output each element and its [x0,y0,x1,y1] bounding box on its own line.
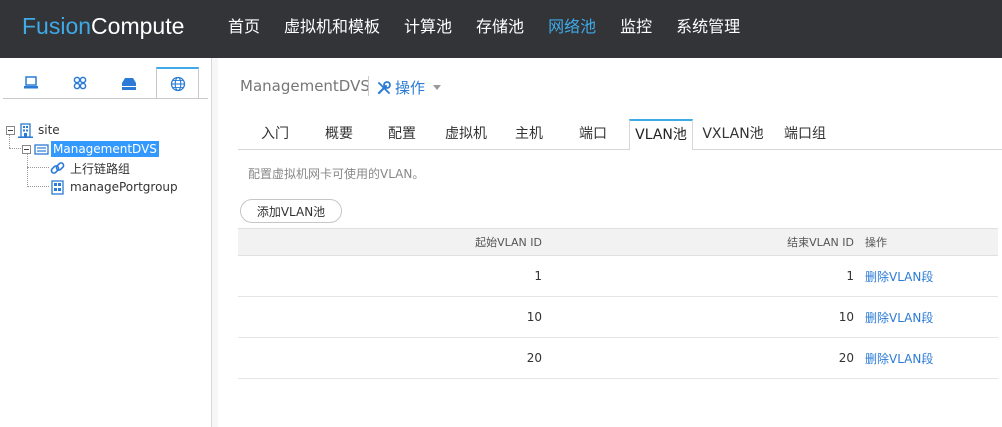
nav-monitor[interactable]: 监控 [608,0,664,58]
switch-icon [34,143,49,155]
nav-home[interactable]: 首页 [216,0,272,58]
cell-end-vlan-id: 20 [838,351,854,365]
collapse-icon[interactable] [22,144,31,154]
header-start-vlan-id[interactable]: 起始VLAN ID [475,229,542,255]
delete-vlan-segment-link[interactable]: 删除VLAN段 [865,297,933,337]
tab-bar: 入门 概要 配置 虚拟机 主机 端口 VLAN池 VXLAN池 端口组 [238,119,1002,150]
tab-vms[interactable]: 虚拟机 [436,120,496,149]
tab-hosts[interactable]: 主机 [504,120,554,149]
tab-vlan-pool[interactable]: VLAN池 [629,119,693,150]
building-icon [18,122,33,138]
add-vlan-pool-button[interactable]: 添加VLAN池 [240,199,342,223]
tree-label-portgroup: managePortgroup [70,180,178,194]
top-bar: FusionCompute 首页 虚拟机和模板 计算池 存储池 网络池 监控 系… [0,0,1002,58]
tools-icon [377,80,391,94]
chevron-down-icon [433,85,442,90]
table-header: 起始VLAN ID 结束VLAN ID 操作 [238,228,998,256]
nav-system-management[interactable]: 系统管理 [664,0,752,58]
nav-network-pool[interactable]: 网络池 [536,0,608,58]
cluster-icon [73,76,86,89]
main-content: ManagementDVS 操作 入门 概要 配置 虚拟机 主机 端口 VLAN… [218,58,1002,427]
vlan-table: 起始VLAN ID 结束VLAN ID 操作 1 1 删除VLAN段 10 10… [238,228,998,379]
tree-label-site: site [38,123,60,137]
operations-menu-button[interactable]: 操作 [376,77,442,98]
left-panel: site ManagementDVS 上行链路组 managePortgroup [0,58,212,427]
cell-end-vlan-id: 1 [846,269,854,283]
tree-node-portgroup[interactable]: managePortgroup [50,178,180,196]
tree-node-site[interactable]: site [6,121,62,139]
tab-getting-started[interactable]: 入门 [248,120,302,149]
tab-portgroups[interactable]: 端口组 [775,120,835,149]
tab-ports[interactable]: 端口 [568,120,618,149]
cell-start-vlan-id: 1 [534,269,542,283]
main-nav: 首页 虚拟机和模板 计算池 存储池 网络池 监控 系统管理 [216,0,752,58]
cell-end-vlan-id: 10 [838,310,854,324]
link-icon [50,161,65,174]
breadcrumb: ManagementDVS [240,77,370,95]
nav-storage-pool[interactable]: 存储池 [464,0,536,58]
tab-configuration[interactable]: 配置 [376,120,428,149]
left-tab-cluster[interactable] [58,68,101,97]
collapse-icon[interactable] [6,125,15,135]
left-tab-storage[interactable] [107,68,150,97]
app-logo[interactable]: FusionCompute [22,13,184,40]
table-row: 20 20 删除VLAN段 [238,338,998,379]
header-end-vlan-id[interactable]: 结束VLAN ID [554,229,854,255]
nav-compute-pool[interactable]: 计算池 [392,0,464,58]
delete-vlan-segment-link[interactable]: 删除VLAN段 [865,338,933,378]
left-tab-network[interactable] [156,67,199,98]
cell-start-vlan-id: 10 [526,310,542,324]
portgroup-icon [51,179,64,195]
globe-icon [170,76,185,91]
cell-start-vlan-id: 20 [526,351,542,365]
operations-label: 操作 [395,79,426,97]
storage-icon [121,77,136,90]
tree-label-uplink-group: 上行链路组 [70,161,131,176]
header-operation: 操作 [865,236,887,249]
table-row: 10 10 删除VLAN段 [238,297,998,338]
delete-vlan-segment-link[interactable]: 删除VLAN段 [865,256,933,296]
header-divider [368,76,369,96]
table-row: 1 1 删除VLAN段 [238,256,998,297]
left-tab-computer[interactable] [9,68,52,97]
computer-icon [23,75,38,88]
left-tab-bar [3,67,208,99]
page-description: 配置虚拟机网卡可使用的VLAN。 [248,167,425,181]
tree-label-dvs: ManagementDVS [51,141,159,157]
tree-node-uplink-group[interactable]: 上行链路组 [50,159,132,177]
tab-summary[interactable]: 概要 [313,120,365,149]
nav-vm-templates[interactable]: 虚拟机和模板 [272,0,392,58]
tab-vxlan-pool[interactable]: VXLAN池 [698,120,768,149]
tree-node-dvs[interactable]: ManagementDVS [22,140,159,158]
